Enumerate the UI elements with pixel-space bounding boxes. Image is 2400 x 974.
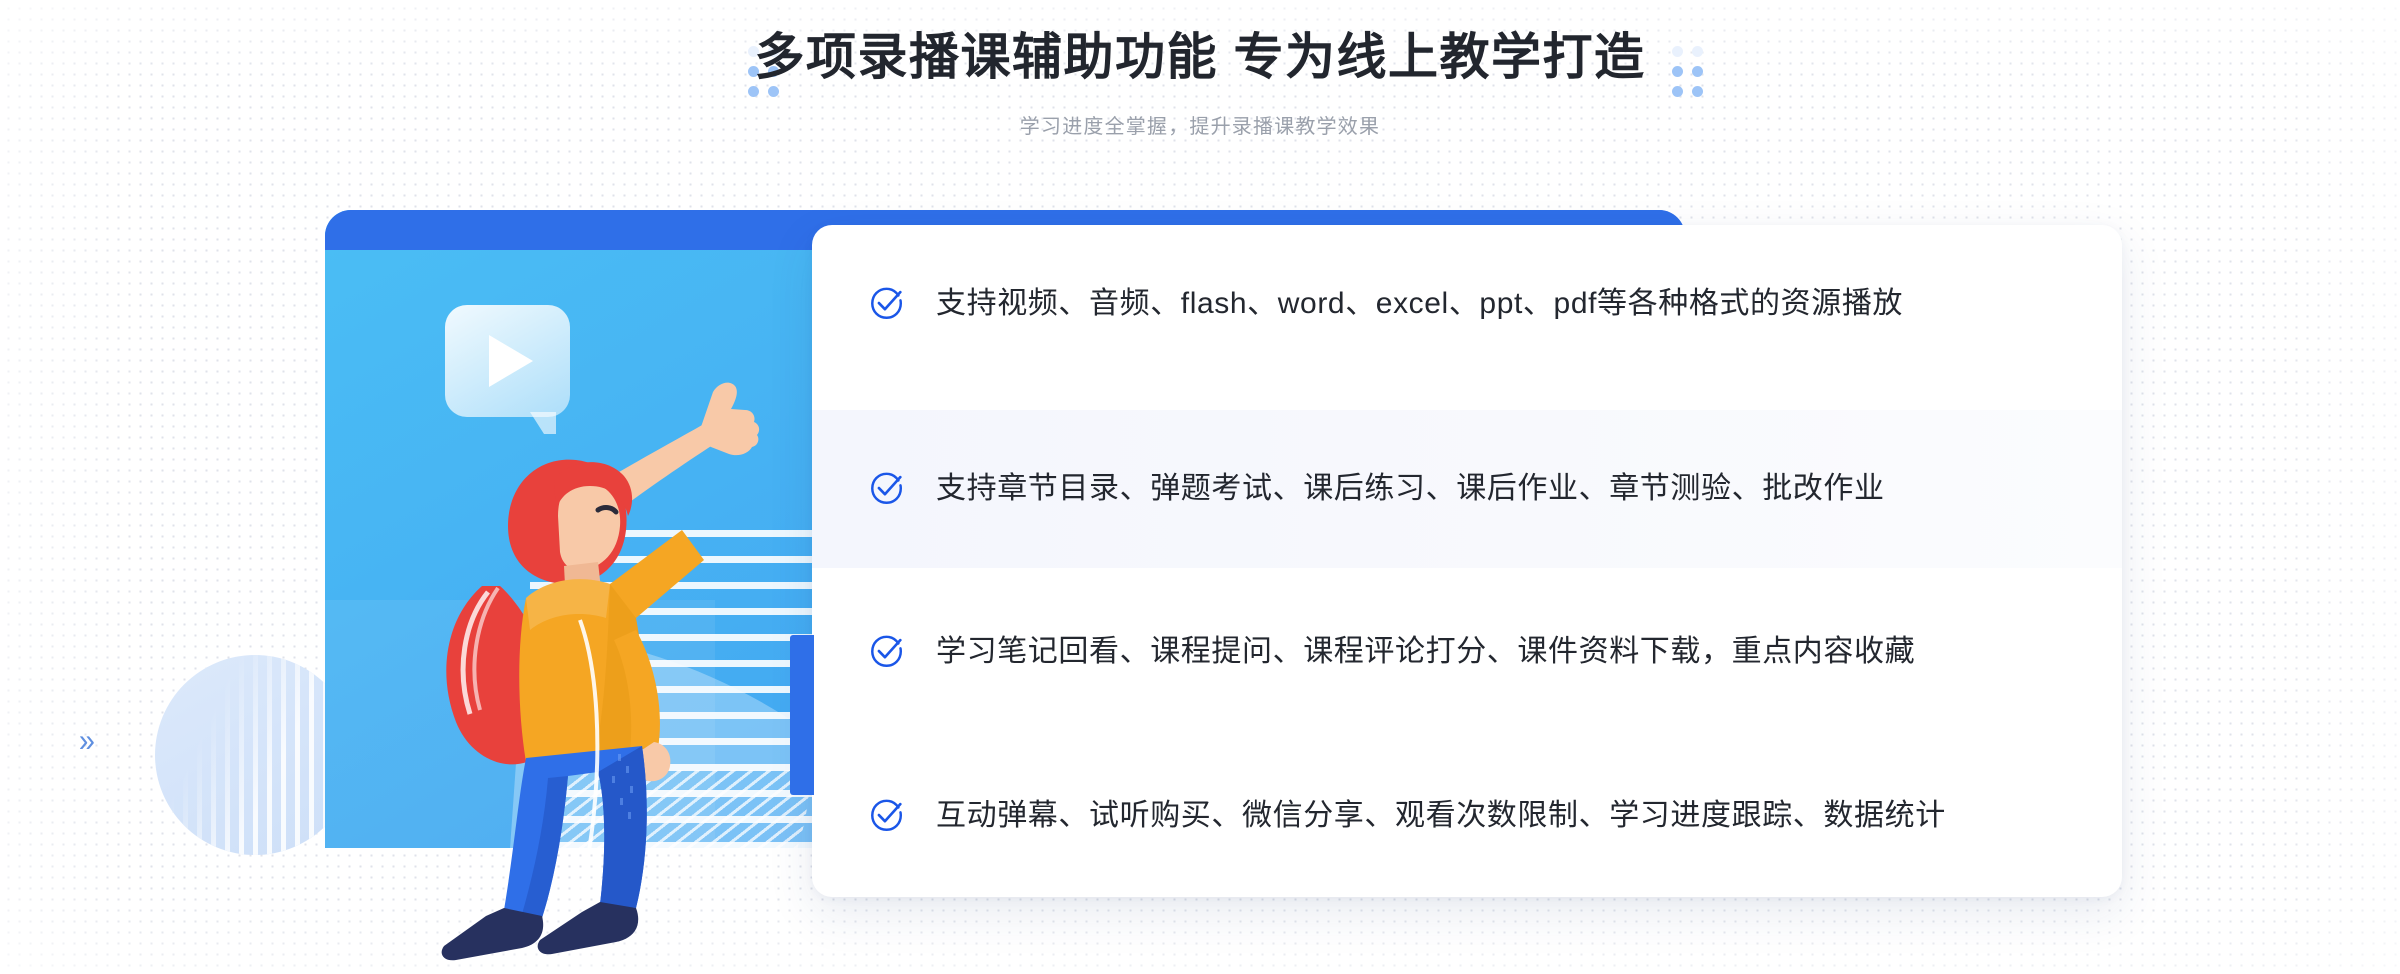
feature-text: 互动弹幕、试听购买、微信分享、观看次数限制、学习进度跟踪、数据统计 (936, 799, 1946, 832)
woman-pointing-up-illustration (441, 382, 760, 961)
check-circle-icon (871, 472, 903, 505)
feature-row[interactable]: 支持视频、音频、flash、word、excel、ppt、pdf等各种格式的资源… (812, 225, 2122, 383)
page-title: 多项录播课辅助功能 专为线上教学打造 (754, 29, 1646, 85)
check-circle-icon (871, 635, 903, 668)
feature-row[interactable]: 支持章节目录、弹题考试、课后练习、课后作业、章节测验、批改作业 (812, 410, 2122, 568)
feature-text: 学习笔记回看、课程提问、课程评论打分、课件资料下载，重点内容收藏 (936, 635, 1916, 668)
features-card: 支持视频、音频、flash、word、excel、ppt、pdf等各种格式的资源… (790, 225, 2122, 897)
chevron-double-right-icon: » (78, 722, 95, 758)
check-circle-icon (871, 287, 903, 320)
page-header: 多项录播课辅助功能 专为线上教学打造 学习进度全掌握，提升录播课教学效果 (0, 0, 2400, 160)
feature-row[interactable]: 学习笔记回看、课程提问、课程评论打分、课件资料下载，重点内容收藏 (812, 573, 2122, 731)
active-row-accent-bar (790, 635, 814, 795)
feature-text: 支持章节目录、弹题考试、课后练习、课后作业、章节测验、批改作业 (936, 472, 1885, 505)
feature-row[interactable]: 互动弹幕、试听购买、微信分享、观看次数限制、学习进度跟踪、数据统计 (812, 737, 2122, 895)
page-subtitle: 学习进度全掌握，提升录播课教学效果 (1019, 116, 1381, 138)
feature-text: 支持视频、音频、flash、word、excel、ppt、pdf等各种格式的资源… (936, 287, 1904, 320)
check-circle-icon (871, 799, 903, 832)
